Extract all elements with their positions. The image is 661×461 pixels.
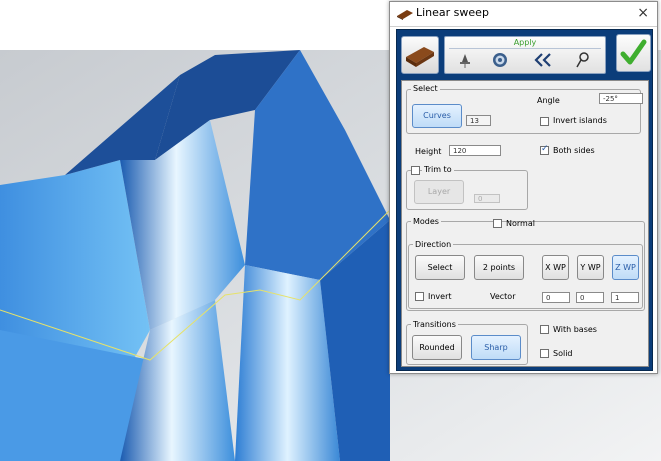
- transitions-label: Transitions: [411, 320, 458, 329]
- vector-z-input[interactable]: 1: [611, 292, 639, 303]
- gear-icon[interactable]: [490, 51, 510, 69]
- vector-label: Vector: [490, 292, 516, 301]
- direction-label: Direction: [413, 240, 454, 249]
- rounded-button[interactable]: Rounded: [412, 335, 462, 360]
- double-chevron-left-icon[interactable]: [533, 51, 553, 69]
- trim-to-checkbox[interactable]: [411, 166, 420, 175]
- curves-count: 13: [466, 115, 491, 126]
- options-panel: Select Curves 13 Angle -25° Invert islan…: [401, 80, 649, 367]
- apply-button[interactable]: Apply: [445, 38, 605, 47]
- direction-select-button[interactable]: Select: [415, 255, 465, 280]
- angle-label: Angle: [537, 96, 560, 105]
- sweep-tool-icon: [397, 10, 413, 20]
- trim-value: 0: [474, 194, 500, 203]
- invert-islands-label: Invert islands: [553, 116, 607, 125]
- select-group-label: Select: [411, 84, 440, 93]
- with-bases-checkbox[interactable]: [540, 325, 549, 334]
- apply-toolbar: Apply: [444, 36, 606, 74]
- invert-checkbox[interactable]: [415, 292, 424, 301]
- modes-label: Modes: [411, 217, 441, 226]
- angle-input[interactable]: -25°: [599, 93, 643, 104]
- dialog-body: Apply Select Curves 13 Angle -25° Invert…: [396, 29, 653, 371]
- both-sides-label: Both sides: [553, 146, 595, 155]
- normal-checkbox[interactable]: [493, 219, 502, 228]
- solid-label: Solid: [553, 349, 573, 358]
- vector-y-input[interactable]: 0: [576, 292, 604, 303]
- direction-x-wp-button[interactable]: X WP: [542, 255, 569, 280]
- with-bases-label: With bases: [553, 325, 597, 334]
- trim-to-label: Trim to: [422, 165, 454, 174]
- close-button[interactable]: ×: [637, 5, 649, 21]
- dialog-title: Linear sweep: [416, 6, 489, 19]
- sharp-button[interactable]: Sharp: [471, 335, 521, 360]
- invert-islands-checkbox[interactable]: [540, 117, 549, 126]
- solid-checkbox[interactable]: [540, 349, 549, 358]
- ok-button[interactable]: [616, 34, 651, 72]
- pin-icon[interactable]: [455, 51, 475, 69]
- invert-label: Invert: [428, 292, 452, 301]
- both-sides-checkbox[interactable]: [540, 144, 549, 155]
- direction-y-wp-button[interactable]: Y WP: [577, 255, 604, 280]
- height-input[interactable]: 120: [449, 145, 501, 156]
- direction-2-points-button[interactable]: 2 points: [474, 255, 524, 280]
- sweep-tool-icon: [406, 47, 434, 67]
- curves-button[interactable]: Curves: [412, 104, 462, 128]
- normal-label: Normal: [506, 219, 535, 228]
- checkmark-icon: [620, 39, 647, 65]
- divider: [449, 48, 601, 49]
- height-label: Height: [415, 147, 442, 156]
- dialog-titlebar[interactable]: Linear sweep ×: [390, 2, 657, 27]
- vector-x-input[interactable]: 0: [542, 292, 570, 303]
- search-icon[interactable]: [573, 51, 593, 69]
- sweep-tool-icon[interactable]: [401, 36, 439, 74]
- linear-sweep-dialog: Linear sweep × Apply Select Curves 13 An…: [389, 1, 658, 374]
- trim-layer-button[interactable]: Layer: [414, 180, 464, 204]
- direction-z-wp-button[interactable]: Z WP: [612, 255, 639, 280]
